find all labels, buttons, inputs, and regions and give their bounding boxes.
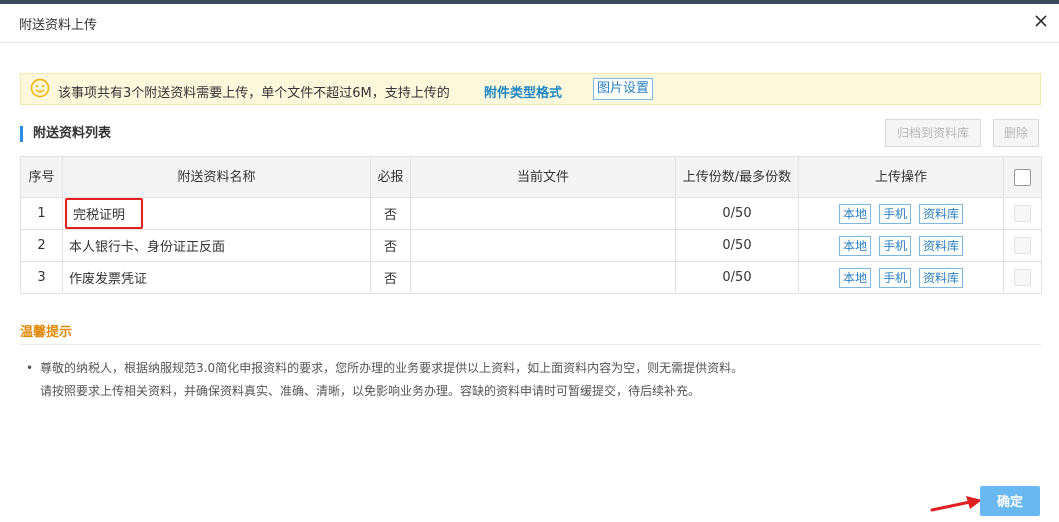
row-required: 否 (370, 261, 411, 294)
select-all-checkbox[interactable] (1014, 168, 1031, 186)
tips-text-line-1: 尊敬的纳税人，根据纳服规范3.0简化申报资料的要求，您所办理的业务要求提供以上资… (40, 361, 744, 375)
smile-icon (30, 78, 50, 98)
row-checkbox[interactable] (1014, 205, 1031, 222)
dialog-title: 附送资料上传 (19, 18, 98, 33)
close-icon[interactable] (1030, 10, 1052, 32)
tips-title: 温馨提示 (20, 325, 73, 340)
section-title-list: 附送资料列表 (20, 126, 111, 142)
upload-library-button[interactable]: 资料库 (919, 267, 964, 288)
row-required: 否 (370, 229, 411, 262)
notice-text: 该事项共有3个附送资料需要上传，单个文件不超过6M，支持上传的 (58, 86, 450, 101)
row-count: 0/50 (675, 197, 799, 230)
image-settings-button[interactable]: 图片设置 (593, 78, 654, 100)
col-header-required: 必报 (370, 156, 411, 198)
row-checkbox[interactable] (1014, 269, 1031, 286)
col-header-current-file: 当前文件 (410, 156, 676, 198)
bullet-icon: • (26, 361, 34, 375)
delete-button[interactable]: 删除 (993, 119, 1039, 147)
upload-library-button[interactable]: 资料库 (919, 235, 964, 256)
row-count: 0/50 (675, 229, 799, 262)
confirm-button[interactable]: 确定 (980, 486, 1040, 516)
attachment-format-link[interactable]: 附件类型格式 (484, 82, 562, 101)
upload-local-button[interactable]: 本地 (838, 267, 871, 288)
archive-to-library-button[interactable]: 归档到资料库 (885, 119, 981, 147)
dialog-titlebar: 附送资料上传 (0, 4, 1059, 43)
upload-local-button[interactable]: 本地 (838, 235, 871, 256)
row-name: 作废发票凭证 (62, 261, 371, 294)
row-required: 否 (370, 197, 411, 230)
tips-divider (20, 344, 1041, 345)
row-current-file (410, 197, 676, 230)
col-header-select (1003, 156, 1042, 198)
row-name: 本人银行卡、身份证正反面 (62, 229, 371, 262)
notice-bar: 该事项共有3个附送资料需要上传，单个文件不超过6M，支持上传的 附件类型格式 图… (20, 73, 1041, 105)
table-header-row: 序号 附送资料名称 必报 当前文件 上传份数/最多份数 上传操作 (20, 156, 1042, 198)
col-header-seq: 序号 (20, 156, 63, 198)
table-row: 2 本人银行卡、身份证正反面 否 0/50 本地 手机 资料库 (20, 229, 1042, 262)
upload-library-button[interactable]: 资料库 (919, 203, 964, 224)
table-row: 1 完税证明 否 0/50 本地 手机 资料库 (20, 197, 1042, 230)
row-count: 0/50 (675, 261, 799, 294)
red-arrow-icon (930, 496, 982, 512)
row-seq: 3 (20, 261, 63, 294)
col-header-count: 上传份数/最多份数 (675, 156, 799, 198)
row-seq: 2 (20, 229, 63, 262)
upload-phone-button[interactable]: 手机 (878, 235, 911, 256)
upload-local-button[interactable]: 本地 (838, 203, 871, 224)
tips-text-line-2: 请按照要求上传相关资料，并确保资料真实、准确、清晰，以免影响业务办理。容缺的资料… (40, 384, 701, 398)
attachment-table: 序号 附送资料名称 必报 当前文件 上传份数/最多份数 上传操作 1 完税证明 … (20, 156, 1042, 294)
col-header-name: 附送资料名称 (62, 156, 371, 198)
row-current-file (410, 229, 676, 262)
upload-phone-button[interactable]: 手机 (878, 203, 911, 224)
row-checkbox[interactable] (1014, 237, 1031, 254)
col-header-ops: 上传操作 (798, 156, 1004, 198)
table-row: 3 作废发票凭证 否 0/50 本地 手机 资料库 (20, 261, 1042, 294)
row-current-file (410, 261, 676, 294)
row-seq: 1 (20, 197, 63, 230)
row-name-highlighted: 完税证明 (65, 198, 144, 229)
upload-phone-button[interactable]: 手机 (878, 267, 911, 288)
